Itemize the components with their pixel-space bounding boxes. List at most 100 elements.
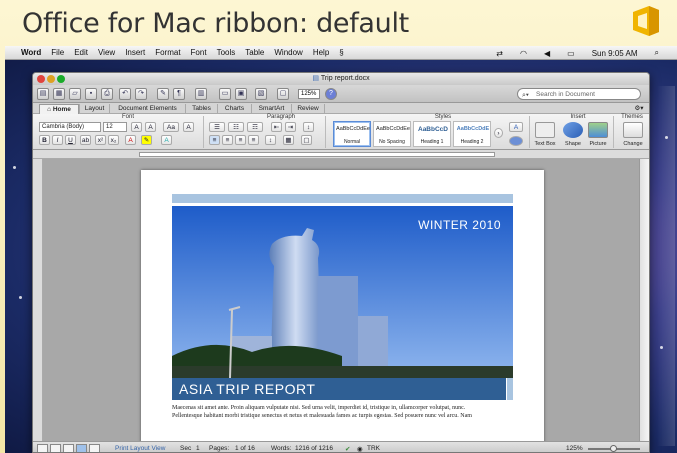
- zoom-slider[interactable]: [588, 445, 640, 452]
- shape-button[interactable]: Shape: [559, 141, 587, 147]
- menu-word[interactable]: Word: [21, 48, 41, 57]
- track-changes-label[interactable]: TRK: [367, 445, 380, 452]
- undo-icon[interactable]: ↶: [119, 88, 131, 100]
- italic-icon[interactable]: I: [52, 135, 63, 145]
- document-canvas[interactable]: WINTER 2010 ASIA TRIP REPORT Maecenas si…: [43, 159, 641, 441]
- new-document-icon[interactable]: ▤: [37, 88, 49, 100]
- shading-icon[interactable]: ▦: [283, 135, 294, 145]
- menu-insert[interactable]: Insert: [125, 48, 145, 57]
- outline-view-icon[interactable]: [50, 444, 61, 452]
- tab-review[interactable]: Review: [291, 104, 325, 114]
- clear-formatting-icon[interactable]: A: [183, 122, 194, 132]
- text-box-button[interactable]: Text Box: [531, 141, 559, 147]
- numbering-icon[interactable]: ☷: [228, 122, 244, 132]
- style-heading-2[interactable]: AaBbCcDdE Heading 2: [453, 121, 491, 147]
- track-changes-icon[interactable]: ◉: [357, 445, 363, 452]
- justify-icon[interactable]: ≡: [248, 135, 259, 145]
- media-browser-icon[interactable]: ▧: [255, 88, 267, 100]
- horizontal-ruler[interactable]: [33, 150, 649, 159]
- change-theme-button[interactable]: Change: [619, 141, 647, 147]
- menu-font[interactable]: Font: [191, 48, 207, 57]
- text-box-icon[interactable]: [535, 122, 555, 138]
- menu-format[interactable]: Format: [155, 48, 180, 57]
- style-no-spacing[interactable]: AaBbCcDdEe No Spacing: [373, 121, 411, 147]
- print-icon[interactable]: ⎙: [101, 88, 113, 100]
- text-effects-icon[interactable]: A: [161, 135, 172, 145]
- picture-button[interactable]: Picture: [584, 141, 612, 147]
- styles-more-icon[interactable]: ›: [494, 128, 503, 138]
- tab-home[interactable]: ⌂ Home: [39, 104, 79, 114]
- borders-icon[interactable]: ▢: [301, 135, 312, 145]
- menu-view[interactable]: View: [98, 48, 115, 57]
- volume-icon[interactable]: ◀: [544, 49, 550, 58]
- battery-icon[interactable]: ▭: [567, 49, 575, 58]
- help-icon[interactable]: ?: [325, 88, 337, 100]
- tab-charts[interactable]: Charts: [217, 104, 251, 114]
- align-left-icon[interactable]: ≡: [209, 135, 220, 145]
- styles-pane-icon[interactable]: A: [509, 122, 523, 132]
- increase-indent-icon[interactable]: ⇥: [285, 122, 296, 132]
- gallery-icon[interactable]: ▭: [219, 88, 231, 100]
- sidebar-icon[interactable]: ▥: [195, 88, 207, 100]
- body-text[interactable]: Maecenas sit amet ante. Proin aliquam vu…: [172, 404, 517, 420]
- change-case-icon[interactable]: Aa: [163, 122, 179, 132]
- wifi-icon[interactable]: ◠: [520, 49, 527, 58]
- ribbon-options-icon[interactable]: ⚙▾: [631, 104, 647, 114]
- vertical-scrollbar[interactable]: [639, 159, 649, 441]
- menu-tools[interactable]: Tools: [217, 48, 236, 57]
- sort-icon[interactable]: ↕: [303, 122, 314, 132]
- manage-styles-icon[interactable]: [509, 136, 523, 146]
- zoom-select[interactable]: 125%: [298, 89, 320, 99]
- open-folder-icon[interactable]: ▱: [69, 88, 81, 100]
- shape-icon[interactable]: [563, 122, 583, 138]
- strikethrough-icon[interactable]: ab: [80, 135, 91, 145]
- save-icon[interactable]: ▪: [85, 88, 97, 100]
- highlight-icon[interactable]: ✎: [141, 135, 152, 145]
- draft-view-icon[interactable]: [37, 444, 48, 452]
- font-color-icon[interactable]: A: [125, 135, 136, 145]
- close-window-icon[interactable]: [37, 75, 45, 83]
- document-page[interactable]: WINTER 2010 ASIA TRIP REPORT Maecenas si…: [141, 170, 544, 441]
- tab-tables[interactable]: Tables: [185, 104, 217, 114]
- subscript-icon[interactable]: x₂: [108, 135, 119, 145]
- templates-icon[interactable]: ▦: [53, 88, 65, 100]
- window-titlebar[interactable]: ▤ Trip report.docx: [33, 73, 649, 85]
- bold-icon[interactable]: B: [39, 135, 50, 145]
- style-normal[interactable]: AaBbCcDdEe Normal: [333, 121, 371, 147]
- sync-icon[interactable]: ⇄: [496, 49, 503, 58]
- shrink-font-icon[interactable]: A: [145, 122, 156, 132]
- format-painter-icon[interactable]: ✎: [157, 88, 169, 100]
- toolbox-icon[interactable]: ▣: [235, 88, 247, 100]
- bullets-icon[interactable]: ☰: [209, 122, 225, 132]
- tab-document-elements[interactable]: Document Elements: [109, 104, 185, 114]
- font-size-select[interactable]: 12: [103, 122, 127, 132]
- zoom-window-icon[interactable]: [57, 75, 65, 83]
- themes-icon[interactable]: [623, 122, 643, 138]
- font-name-select[interactable]: Cambria (Body): [39, 122, 101, 132]
- grow-font-icon[interactable]: A: [131, 122, 142, 132]
- decrease-indent-icon[interactable]: ⇤: [271, 122, 282, 132]
- menu-clock[interactable]: Sun 9:05 AM: [592, 49, 638, 58]
- menu-window[interactable]: Window: [274, 48, 302, 57]
- style-heading-1[interactable]: AaBbCcD Heading 1: [413, 121, 451, 147]
- menu-file[interactable]: File: [51, 48, 64, 57]
- tab-layout[interactable]: Layout: [79, 104, 109, 114]
- superscript-icon[interactable]: x²: [95, 135, 106, 145]
- menu-edit[interactable]: Edit: [74, 48, 88, 57]
- underline-icon[interactable]: U: [65, 135, 76, 145]
- print-layout-view-icon[interactable]: [76, 444, 87, 452]
- notebook-view-icon[interactable]: [89, 444, 100, 452]
- publishing-view-icon[interactable]: [63, 444, 74, 452]
- menu-help[interactable]: Help: [313, 48, 329, 57]
- multilevel-list-icon[interactable]: ☶: [247, 122, 263, 132]
- spelling-check-icon[interactable]: ✔: [345, 445, 350, 452]
- menu-table[interactable]: Table: [245, 48, 264, 57]
- view-icon[interactable]: ▢: [277, 88, 289, 100]
- script-menu-icon[interactable]: §: [339, 48, 343, 57]
- zoom-slider-knob[interactable]: [610, 445, 617, 452]
- picture-icon[interactable]: [588, 122, 608, 138]
- redo-icon[interactable]: ↷: [135, 88, 147, 100]
- align-center-icon[interactable]: ≡: [222, 135, 233, 145]
- spotlight-icon[interactable]: ⌕: [655, 48, 659, 58]
- search-in-document-input[interactable]: ⌕▾ Search in Document: [517, 88, 641, 100]
